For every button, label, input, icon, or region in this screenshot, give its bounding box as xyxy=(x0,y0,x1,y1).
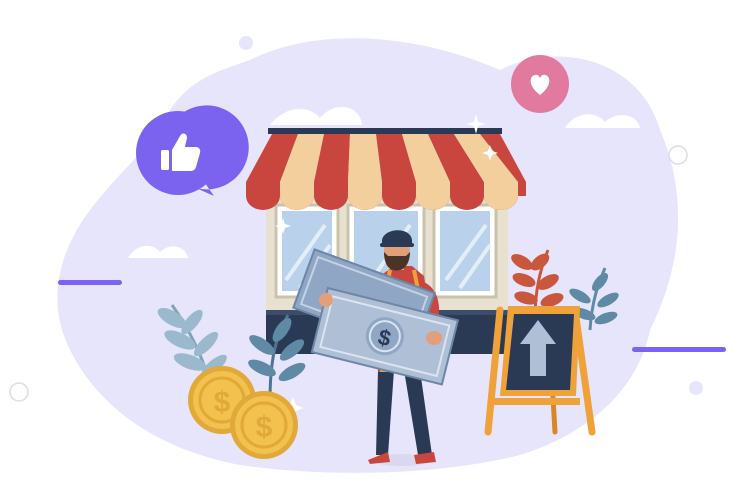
decor-bar xyxy=(632,347,726,352)
decor-dot xyxy=(689,381,703,395)
dollar-coin-icon: $ xyxy=(230,391,298,459)
decor-dot xyxy=(239,36,253,50)
heart-bubble xyxy=(511,55,569,113)
svg-text:$: $ xyxy=(214,386,231,419)
illustration-canvas: $ $ $ xyxy=(0,0,750,500)
svg-text:$: $ xyxy=(256,411,273,444)
decor-ring xyxy=(668,145,688,165)
awning-rail xyxy=(268,128,502,134)
decor-bar xyxy=(58,280,122,285)
decor-ring xyxy=(9,382,29,402)
